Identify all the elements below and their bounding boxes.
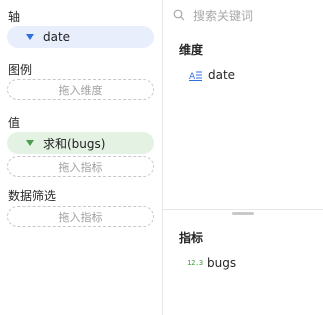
filter-dropzone[interactable]: 拖入指标 bbox=[7, 206, 154, 227]
text-field-icon: A bbox=[189, 69, 203, 81]
dimension-field-date[interactable]: A date bbox=[189, 68, 235, 82]
field-list-panel: 搜索关键词 维度 A date bbox=[163, 0, 323, 315]
values-field-pill[interactable]: 求和(bugs) bbox=[7, 132, 154, 154]
axis-field-pill[interactable]: date bbox=[7, 26, 154, 48]
legend-label: 图例 bbox=[8, 63, 33, 77]
values-field-label: 求和(bugs) bbox=[43, 136, 106, 151]
field-config-panel: 轴 date 图例 拖入维度 值 求和(bugs) 拖入指标 数据筛选 拖入指标 bbox=[0, 0, 162, 315]
search-input[interactable]: 搜索关键词 bbox=[193, 7, 253, 24]
numeric-field-icon: 12.3 bbox=[187, 259, 203, 267]
caret-down-icon[interactable] bbox=[26, 140, 34, 146]
measure-field-bugs[interactable]: 12.3 bugs bbox=[187, 256, 237, 270]
measures-title: 指标 bbox=[179, 231, 204, 245]
values-label: 值 bbox=[8, 116, 21, 130]
measure-field-label: bugs bbox=[207, 256, 237, 270]
dimensions-title: 维度 bbox=[179, 43, 204, 57]
search-icon bbox=[173, 6, 185, 25]
dimension-field-label: date bbox=[208, 68, 236, 82]
axis-field-label: date bbox=[43, 30, 71, 44]
filter-label: 数据筛选 bbox=[8, 189, 57, 203]
section-divider bbox=[163, 209, 323, 210]
svg-text:A: A bbox=[189, 72, 196, 81]
caret-down-icon[interactable] bbox=[26, 34, 34, 40]
legend-dropzone[interactable]: 拖入维度 bbox=[7, 79, 154, 100]
axis-label: 轴 bbox=[8, 10, 21, 24]
resize-handle[interactable] bbox=[232, 212, 254, 215]
values-dropzone[interactable]: 拖入指标 bbox=[7, 156, 154, 177]
search-box[interactable]: 搜索关键词 bbox=[173, 5, 253, 25]
